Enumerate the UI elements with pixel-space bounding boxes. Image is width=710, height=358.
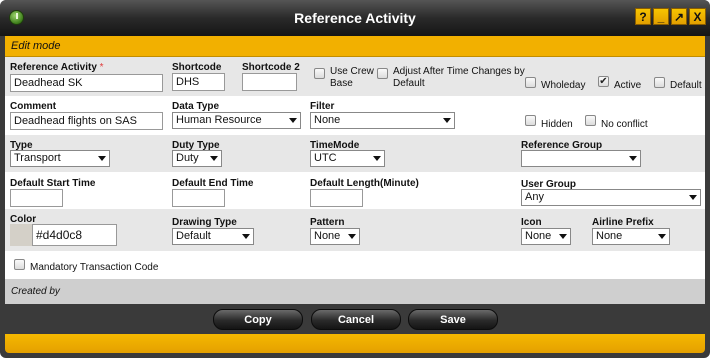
no-conflict-label: No conflict [601,119,648,130]
default-end-time-label: Default End Time [172,178,254,189]
title-bar-buttons: ? _ ↗ X [635,8,706,26]
use-crew-base-checkbox[interactable] [314,68,325,79]
airline-prefix-value: None [596,230,623,242]
window-title: Reference Activity [294,10,416,26]
drawing-type-select[interactable]: Default [172,228,254,245]
use-crew-base-label: Use Crew Base [330,66,374,89]
mode-label: Edit mode [11,40,61,52]
icon-select[interactable]: None [521,228,571,245]
mandatory-transaction-code-label: Mandatory Transaction Code [30,262,159,273]
close-icon[interactable]: X [689,8,706,25]
filter-label: Filter [310,101,335,112]
color-swatch[interactable] [10,224,32,246]
chevron-down-icon [289,118,297,123]
pattern-label: Pattern [310,217,345,228]
chevron-down-icon [658,234,666,239]
help-icon[interactable]: ? [635,8,651,25]
shortcode-label: Shortcode [172,62,222,73]
mandatory-transaction-code-checkbox[interactable] [14,259,25,270]
default-start-time-input[interactable] [10,189,63,207]
created-by-bar: Created by [5,279,705,304]
chevron-down-icon [373,156,381,161]
type-value: Transport [14,152,61,164]
data-type-select[interactable]: Human Resource [172,112,301,129]
time-mode-value: UTC [314,152,337,164]
chevron-down-icon [629,156,637,161]
form-row-2: Comment Deadhead flights on SAS Data Typ… [5,96,705,135]
cancel-button[interactable]: Cancel [311,309,401,330]
duty-type-select[interactable]: Duty [172,150,222,167]
airline-prefix-label: Airline Prefix [592,217,654,228]
adjust-after-time-changes-checkbox[interactable] [377,68,388,79]
pattern-select[interactable]: None [310,228,360,245]
default-checkbox[interactable] [654,77,665,88]
form-row-5: Color #d4d0c8 Drawing Type Default Patte… [5,209,705,251]
airline-prefix-select[interactable]: None [592,228,670,245]
no-conflict-checkbox[interactable] [585,115,596,126]
shortcode2-input[interactable] [242,73,297,91]
drawing-type-value: Default [176,230,211,242]
active-checkbox[interactable]: ✔ [598,76,609,87]
default-start-time-label: Default Start Time [10,178,96,189]
save-button[interactable]: Save [408,309,498,330]
wholeday-checkbox[interactable] [525,77,536,88]
type-select[interactable]: Transport [10,150,110,167]
reference-group-select[interactable] [521,150,641,167]
window-footer [5,334,705,353]
created-by-label: Created by [11,286,60,297]
chevron-down-icon [98,156,106,161]
chevron-down-icon [242,234,250,239]
icon-label: Icon [521,217,542,228]
user-group-value: Any [525,191,544,203]
title-bar[interactable]: Reference Activity ? _ ↗ X [0,0,710,36]
chevron-down-icon [443,118,451,123]
required-mark: * [99,62,104,73]
shortcode-input[interactable]: DHS [172,73,225,91]
form-row-3: Type Transport Duty Type Duty TimeMode U… [5,135,705,172]
time-mode-select[interactable]: UTC [310,150,385,167]
copy-button[interactable]: Copy [213,309,303,330]
pattern-value: None [314,230,341,242]
reference-activity-label: Reference Activity * [10,62,104,73]
chevron-down-icon [559,234,567,239]
reference-activity-input[interactable]: Deadhead SK [10,74,163,92]
filter-value: None [314,114,341,126]
comment-label: Comment [10,101,57,112]
form-row-1: Reference Activity * Deadhead SK Shortco… [5,57,705,96]
hidden-checkbox[interactable] [525,115,536,126]
adjust-after-time-changes-label: Adjust After Time Changes by Default [393,66,525,89]
drawing-type-label: Drawing Type [172,217,237,228]
data-type-label: Data Type [172,101,220,112]
maximize-icon[interactable]: ↗ [671,8,687,25]
default-label: Default [670,80,702,91]
form-row-4: Default Start Time Default End Time Defa… [5,172,705,209]
form-row-6: Mandatory Transaction Code [5,251,705,279]
chevron-down-icon [348,234,356,239]
user-group-select[interactable]: Any [521,189,701,206]
data-type-value: Human Resource [176,114,262,126]
duty-type-value: Duty [176,152,199,164]
color-input[interactable]: #d4d0c8 [32,224,117,246]
chevron-down-icon [689,195,697,200]
chevron-down-icon [210,156,218,161]
minimize-icon[interactable]: _ [653,8,669,25]
wholeday-label: Wholeday [541,80,586,91]
reference-activity-window: Reference Activity ? _ ↗ X Edit mode Ref… [0,0,710,358]
button-bar: Copy Cancel Save [5,304,705,334]
shortcode2-label: Shortcode 2 [242,62,300,73]
activity-form: Reference Activity * Deadhead SK Shortco… [5,57,705,279]
default-length-input[interactable] [310,189,363,207]
default-end-time-input[interactable] [172,189,225,207]
active-label: Active [614,80,642,91]
filter-select[interactable]: None [310,112,455,129]
mode-bar: Edit mode [5,36,705,57]
hidden-label: Hidden [541,119,573,130]
comment-input[interactable]: Deadhead flights on SAS [10,112,163,130]
default-length-label: Default Length(Minute) [310,178,419,189]
icon-value: None [525,230,552,242]
